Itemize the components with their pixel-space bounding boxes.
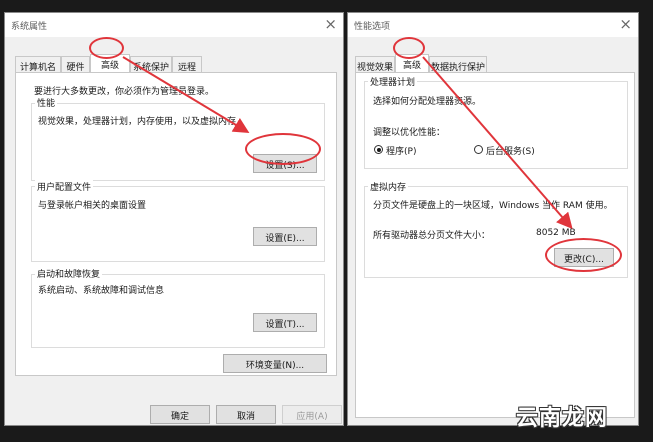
title-bar: 性能选项 ×: [348, 13, 638, 37]
virtual-memory-title: 虚拟内存: [368, 180, 409, 193]
system-properties-window: 系统属性 × 计算机名 硬件 高级 系统保护 远程 要进行大多数更改，你必须作为…: [4, 12, 344, 426]
user-profile-desc: 与登录帐户相关的桌面设置: [38, 201, 147, 211]
tab-hardware[interactable]: 硬件: [61, 56, 90, 73]
startup-recovery-settings-button[interactable]: 设置(T)...: [253, 313, 317, 332]
ok-button[interactable]: 确定: [150, 405, 210, 424]
tab-visual-effects[interactable]: 视觉效果: [355, 56, 395, 73]
startup-recovery-title: 启动和故障恢复: [35, 267, 103, 280]
background-services-label[interactable]: 后台服务(S): [486, 144, 535, 157]
paging-total-value: 8052 MB: [536, 228, 576, 238]
program-radio[interactable]: [374, 145, 383, 154]
tab-system-protection[interactable]: 系统保护: [130, 56, 172, 73]
performance-title: 性能: [35, 96, 58, 109]
window-title: 系统属性: [11, 22, 48, 32]
annotation-circle-icon: [245, 133, 321, 165]
annotation-circle-icon: [545, 238, 622, 272]
admin-note: 要进行大多数更改，你必须作为管理员登录。: [34, 87, 215, 97]
user-profile-title: 用户配置文件: [35, 180, 94, 193]
annotation-circle-icon: [89, 37, 124, 59]
processor-title: 处理器计划: [368, 75, 418, 88]
close-icon[interactable]: ×: [619, 15, 632, 33]
virtual-memory-desc: 分页文件是硬盘上的一块区域，Windows 当作 RAM 使用。: [373, 201, 613, 211]
user-profile-settings-button[interactable]: 设置(E)...: [253, 227, 317, 246]
title-bar: 系统属性 ×: [5, 13, 343, 37]
annotation-circle-icon: [393, 37, 425, 59]
performance-options-window: 性能选项 × 视觉效果 高级 数据执行保护 处理器计划 选择如何分配处理器资源。…: [347, 12, 639, 426]
watermark: 云南龙网: [516, 406, 609, 431]
tab-computer-name[interactable]: 计算机名: [15, 56, 61, 73]
startup-recovery-desc: 系统启动、系统故障和调试信息: [38, 286, 165, 296]
close-icon[interactable]: ×: [324, 15, 337, 33]
adjust-label: 调整以优化性能：: [373, 128, 446, 138]
tab-dep[interactable]: 数据执行保护: [429, 56, 487, 73]
apply-button[interactable]: 应用(A): [282, 405, 342, 424]
program-radio-label[interactable]: 程序(P): [386, 144, 416, 157]
advanced-panel: 要进行大多数更改，你必须作为管理员登录。 性能 视觉效果，处理器计划，内存使用，…: [15, 72, 337, 376]
environment-variables-button[interactable]: 环境变量(N)...: [223, 354, 327, 373]
performance-desc: 视觉效果，处理器计划，内存使用，以及虚拟内存: [38, 117, 237, 127]
processor-desc: 选择如何分配处理器资源。: [373, 97, 482, 107]
window-title: 性能选项: [354, 22, 391, 32]
cancel-button[interactable]: 取消: [216, 405, 276, 424]
paging-total-label: 所有驱动器总分页文件大小：: [373, 231, 491, 241]
background-services-radio[interactable]: [474, 145, 483, 154]
tab-remote[interactable]: 远程: [172, 56, 202, 73]
